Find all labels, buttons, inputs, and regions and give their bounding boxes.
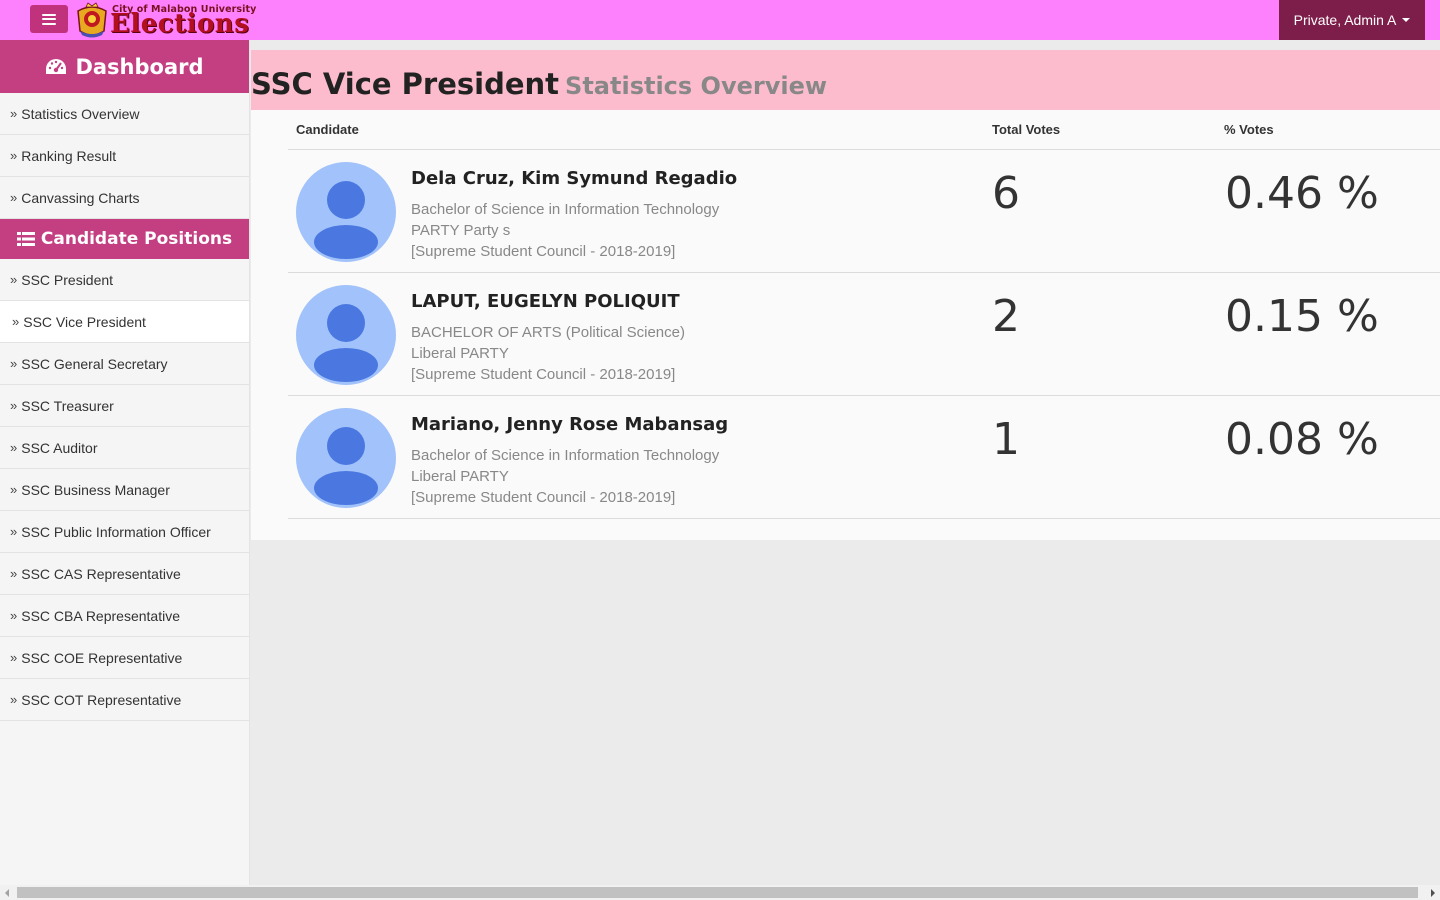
sidebar-item-ssc-cba-representative[interactable]: » SSC CBA Representative xyxy=(0,595,249,637)
sidebar-dashboard-label: Dashboard xyxy=(75,54,204,79)
university-seal-logo xyxy=(77,2,107,38)
logo-title: Elections xyxy=(110,9,250,39)
sidebar-item-label: SSC President xyxy=(21,271,114,288)
list-icon xyxy=(16,232,35,246)
table-row: Mariano, Jenny Rose Mabansag Bachelor of… xyxy=(288,396,1440,519)
candidate-total-votes: 2 xyxy=(992,291,1020,342)
sidebar-item-canvassing-charts[interactable]: » Canvassing Charts xyxy=(0,177,249,219)
page-title-text: SSC Vice President xyxy=(251,67,560,101)
candidate-pct-votes: 0.46 % xyxy=(1225,168,1379,219)
column-header-total-votes: Total Votes xyxy=(992,122,1061,137)
double-chevron-right-icon: » xyxy=(10,566,18,581)
sidebar-item-label: SSC General Secretary xyxy=(21,355,168,372)
sidebar-item-ssc-business-manager[interactable]: » SSC Business Manager xyxy=(0,469,249,511)
candidate-council: [Supreme Student Council - 2018-2019] xyxy=(411,366,676,383)
candidate-party: PARTY Party s xyxy=(411,222,511,239)
default-user-icon xyxy=(296,285,396,385)
sidebar-item-label: SSC Business Manager xyxy=(21,481,170,498)
candidate-council: [Supreme Student Council - 2018-2019] xyxy=(411,243,676,260)
sidebar-item-ssc-vice-president[interactable]: » SSC Vice President xyxy=(0,301,249,343)
candidate-total-votes: 6 xyxy=(992,168,1020,219)
sidebar-item-statistics-overview[interactable]: » Statistics Overview xyxy=(0,93,249,135)
double-chevron-right-icon: » xyxy=(10,398,18,413)
double-chevron-right-icon: » xyxy=(10,692,18,707)
sidebar-item-label: Ranking Result xyxy=(21,147,117,164)
double-chevron-right-icon: » xyxy=(10,482,18,497)
sidebar-item-ssc-cot-representative[interactable]: » SSC COT Representative xyxy=(0,679,249,721)
candidate-name: Mariano, Jenny Rose Mabansag xyxy=(411,414,729,435)
sidebar-item-label: SSC Treasurer xyxy=(21,397,114,414)
sidebar-dashboard-header[interactable]: Dashboard xyxy=(0,40,249,93)
double-chevron-right-icon: » xyxy=(10,106,18,121)
scroll-right-arrow-icon[interactable] xyxy=(1431,889,1435,897)
double-chevron-right-icon: » xyxy=(10,190,18,205)
candidate-name: LAPUT, EUGELYN POLIQUIT xyxy=(411,291,680,312)
candidate-pct-votes: 0.15 % xyxy=(1225,291,1379,342)
sidebar-item-label: Canvassing Charts xyxy=(21,189,140,206)
sidebar-item-ssc-general-secretary[interactable]: » SSC General Secretary xyxy=(0,343,249,385)
table-row: Dela Cruz, Kim Symund Regadio Bachelor o… xyxy=(288,150,1440,273)
default-user-icon xyxy=(296,408,396,508)
candidate-party: Liberal PARTY xyxy=(411,345,509,362)
double-chevron-right-icon: » xyxy=(10,524,18,539)
sidebar-item-label: SSC COT Representative xyxy=(21,691,182,708)
sidebar-item-ssc-president[interactable]: » SSC President xyxy=(0,259,249,301)
horizontal-scrollbar[interactable] xyxy=(0,885,1440,900)
table-row: LAPUT, EUGELYN POLIQUIT BACHELOR OF ARTS… xyxy=(288,273,1440,396)
sidebar-item-ssc-public-information-officer[interactable]: » SSC Public Information Officer xyxy=(0,511,249,553)
double-chevron-right-icon: » xyxy=(10,608,18,623)
column-header-candidate: Candidate xyxy=(296,122,359,137)
double-chevron-right-icon: » xyxy=(12,314,20,329)
candidate-total-votes: 1 xyxy=(992,414,1020,465)
page-header: SSC Vice President Statistics Overview xyxy=(251,50,1440,110)
sidebar-item-label: SSC CAS Representative xyxy=(21,565,181,582)
candidate-course: BACHELOR OF ARTS (Political Science) xyxy=(411,324,685,341)
double-chevron-right-icon: » xyxy=(10,148,18,163)
double-chevron-right-icon: » xyxy=(10,272,18,287)
menu-toggle-button[interactable] xyxy=(30,5,68,33)
scrollbar-thumb[interactable] xyxy=(17,887,1418,898)
double-chevron-right-icon: » xyxy=(10,356,18,371)
double-chevron-right-icon: » xyxy=(10,440,18,455)
sidebar: Dashboard » Statistics Overview » Rankin… xyxy=(0,40,250,885)
candidate-council: [Supreme Student Council - 2018-2019] xyxy=(411,489,676,506)
sidebar-item-ssc-auditor[interactable]: » SSC Auditor xyxy=(0,427,249,469)
hamburger-icon xyxy=(42,13,56,25)
caret-down-icon xyxy=(1402,18,1411,22)
sidebar-positions-header[interactable]: Candidate Positions xyxy=(0,219,249,259)
candidate-name: Dela Cruz, Kim Symund Regadio xyxy=(411,168,738,189)
candidate-party: Liberal PARTY xyxy=(411,468,509,485)
sidebar-item-ssc-cas-representative[interactable]: » SSC CAS Representative xyxy=(0,553,249,595)
top-navbar: City of Malabon University Elections Pri… xyxy=(0,0,1440,40)
candidate-course: Bachelor of Science in Information Techn… xyxy=(411,201,720,218)
double-chevron-right-icon: » xyxy=(10,650,18,665)
sidebar-positions-label: Candidate Positions xyxy=(40,229,233,249)
sidebar-item-label: SSC CBA Representative xyxy=(21,607,180,624)
candidate-course: Bachelor of Science in Information Techn… xyxy=(411,447,720,464)
page-title: SSC Vice President Statistics Overview xyxy=(251,67,827,101)
sidebar-item-label: SSC COE Representative xyxy=(21,649,183,666)
sidebar-item-ssc-coe-representative[interactable]: » SSC COE Representative xyxy=(0,637,249,679)
user-menu-button[interactable]: Private, Admin A xyxy=(1279,0,1425,40)
default-user-icon xyxy=(296,162,396,262)
candidate-pct-votes: 0.08 % xyxy=(1225,414,1379,465)
column-header-pct-votes: % Votes xyxy=(1224,122,1274,137)
sidebar-item-label: SSC Auditor xyxy=(21,439,98,456)
user-name: Private, Admin A xyxy=(1293,12,1397,28)
sidebar-item-ssc-treasurer[interactable]: » SSC Treasurer xyxy=(0,385,249,427)
sidebar-item-label: SSC Public Information Officer xyxy=(21,523,211,540)
page-subtitle: Statistics Overview xyxy=(565,72,828,100)
scroll-left-arrow-icon[interactable] xyxy=(5,889,9,897)
tachometer-icon xyxy=(46,58,67,74)
results-table: Candidate Total Votes % Votes Dela Cruz,… xyxy=(251,110,1440,540)
sidebar-item-ranking-result[interactable]: » Ranking Result xyxy=(0,135,249,177)
sidebar-item-label: SSC Vice President xyxy=(23,313,146,330)
sidebar-item-label: Statistics Overview xyxy=(21,105,140,122)
